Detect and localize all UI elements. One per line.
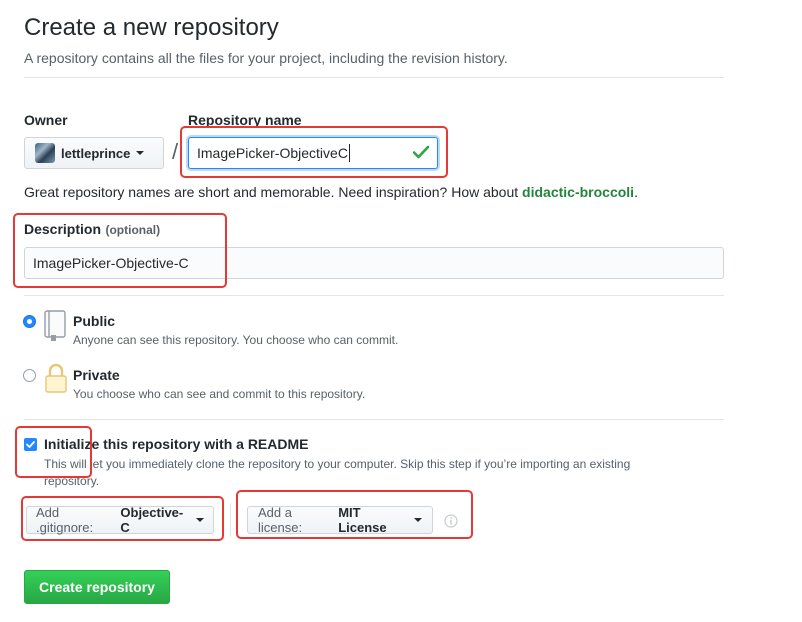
annotation-highlight-gitignore — [21, 496, 224, 541]
annotation-highlight-license — [236, 490, 473, 539]
page-title: Create a new repository — [24, 14, 279, 41]
private-description: You choose who can see and commit to thi… — [73, 387, 366, 401]
repo-book-icon — [44, 310, 66, 347]
divider — [24, 419, 724, 420]
divider — [24, 295, 724, 296]
public-description: Anyone can see this repository. You choo… — [73, 333, 399, 347]
suggestion-link[interactable]: didactic-broccoli — [522, 184, 634, 200]
private-radio[interactable] — [23, 369, 36, 382]
vertical-divider — [230, 503, 231, 537]
lock-icon — [44, 362, 68, 399]
annotation-highlight-description — [13, 213, 227, 288]
page-subtitle: A repository contains all the files for … — [24, 50, 508, 66]
chevron-down-icon — [136, 151, 145, 155]
hint-suffix: . — [634, 184, 638, 200]
public-label[interactable]: Public — [73, 313, 115, 329]
private-label[interactable]: Private — [73, 367, 120, 383]
annotation-highlight-repo-name — [180, 126, 448, 178]
readme-description-line1: This will let you immediately clone the … — [44, 457, 631, 471]
owner-label: Owner — [24, 112, 68, 128]
annotation-highlight-readme — [15, 426, 92, 478]
owner-value: lettleprince — [61, 145, 131, 161]
owner-select[interactable]: lettleprince — [24, 137, 164, 169]
create-repository-button[interactable]: Create repository — [24, 570, 170, 604]
public-radio[interactable] — [23, 315, 36, 328]
avatar — [35, 143, 55, 163]
hint-text: Great repository names are short and mem… — [24, 184, 523, 200]
repo-name-hint: Great repository names are short and mem… — [24, 184, 638, 200]
owner-repo-separator: / — [172, 139, 179, 164]
divider — [24, 77, 724, 78]
